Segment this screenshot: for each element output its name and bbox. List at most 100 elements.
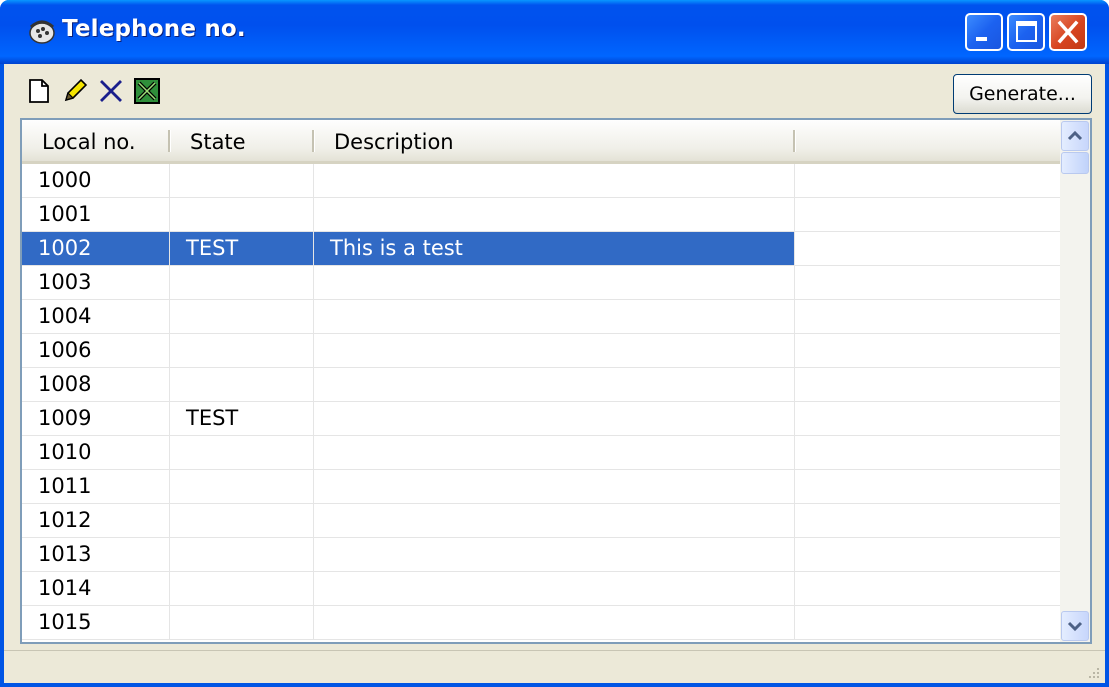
minimize-button[interactable] (965, 13, 1003, 51)
delete-x-icon[interactable] (96, 76, 126, 106)
toolbar: Generate... (4, 64, 1105, 118)
cell-state (170, 334, 314, 367)
cell-local-no: 1009 (22, 402, 170, 435)
scroll-up-button[interactable] (1061, 121, 1089, 151)
list-header: Local no. State Description (22, 120, 1062, 164)
cell-description (314, 572, 795, 605)
table-row[interactable]: 1014 (22, 572, 1062, 606)
scroll-down-button[interactable] (1061, 611, 1089, 641)
cell-local-no: 1004 (22, 300, 170, 333)
cell-state (170, 606, 314, 639)
cell-blank (795, 436, 1062, 469)
cell-description (314, 266, 795, 299)
cell-blank (795, 334, 1062, 367)
table-row[interactable]: 1003 (22, 266, 1062, 300)
new-document-icon[interactable] (24, 76, 54, 106)
cell-blank (795, 402, 1062, 435)
cell-local-no: 1011 (22, 470, 170, 503)
maximize-icon (1016, 21, 1037, 42)
cell-state (170, 436, 314, 469)
vertical-scrollbar[interactable] (1060, 120, 1090, 642)
cell-local-no: 1014 (22, 572, 170, 605)
cell-local-no: 1003 (22, 266, 170, 299)
table-row[interactable]: 1013 (22, 538, 1062, 572)
telephone-list[interactable]: Local no. State Description 1000 1001 10… (20, 118, 1092, 644)
table-row[interactable]: 1008 (22, 368, 1062, 402)
cell-local-no: 1015 (22, 606, 170, 639)
table-row[interactable]: 1012 (22, 504, 1062, 538)
cell-local-no: 1000 (22, 164, 170, 197)
scroll-thumb[interactable] (1061, 152, 1089, 174)
resize-grip-icon[interactable] (1083, 664, 1101, 682)
cell-blank (795, 368, 1062, 401)
cell-description (314, 402, 795, 435)
column-header-local-no[interactable]: Local no. (22, 120, 170, 161)
table-row[interactable]: 1015 (22, 606, 1062, 640)
cell-description: This is a test (314, 232, 795, 265)
cell-blank (795, 164, 1062, 197)
cell-state (170, 470, 314, 503)
status-bar (4, 650, 1105, 684)
title-bar[interactable]: Telephone no. (0, 0, 1109, 64)
cell-blank (795, 572, 1062, 605)
table-row[interactable]: 1006 (22, 334, 1062, 368)
close-button[interactable] (1049, 13, 1087, 51)
close-icon (1057, 20, 1079, 44)
cell-state (170, 504, 314, 537)
chevron-up-icon (1067, 130, 1083, 141)
column-header-state[interactable]: State (170, 120, 314, 161)
column-header-description[interactable]: Description (314, 120, 795, 161)
cell-description (314, 436, 795, 469)
cell-blank (795, 232, 1062, 265)
cell-description (314, 606, 795, 639)
cell-blank (795, 266, 1062, 299)
cell-state (170, 164, 314, 197)
excel-export-icon[interactable] (132, 76, 162, 106)
cell-description (314, 368, 795, 401)
cell-description (314, 334, 795, 367)
table-row[interactable]: 1009 TEST (22, 402, 1062, 436)
cell-local-no: 1002 (22, 232, 170, 265)
table-row[interactable]: 1004 (22, 300, 1062, 334)
cell-description (314, 470, 795, 503)
cell-blank (795, 198, 1062, 231)
table-row-selected[interactable]: 1002 TEST This is a test (22, 232, 1062, 266)
cell-description (314, 164, 795, 197)
cell-local-no: 1013 (22, 538, 170, 571)
cell-state (170, 572, 314, 605)
cell-local-no: 1006 (22, 334, 170, 367)
table-row[interactable]: 1000 (22, 164, 1062, 198)
cell-state (170, 538, 314, 571)
generate-button[interactable]: Generate... (953, 74, 1092, 114)
window-title: Telephone no. (62, 16, 246, 42)
column-header-blank[interactable] (795, 120, 1062, 161)
list-rows: 1000 1001 1002 TEST This is a test 1003 10… (22, 164, 1062, 640)
cell-state (170, 368, 314, 401)
table-row[interactable]: 1001 (22, 198, 1062, 232)
cell-local-no: 1012 (22, 504, 170, 537)
cell-description (314, 198, 795, 231)
cell-state (170, 266, 314, 299)
telephone-window: Telephone no. Generate... Local no. Stat… (0, 0, 1109, 687)
cell-state: TEST (170, 402, 314, 435)
cell-description (314, 538, 795, 571)
cell-blank (795, 606, 1062, 639)
chevron-down-icon (1067, 621, 1083, 632)
cell-blank (795, 470, 1062, 503)
cell-blank (795, 538, 1062, 571)
cell-local-no: 1001 (22, 198, 170, 231)
cell-description (314, 504, 795, 537)
cell-blank (795, 300, 1062, 333)
table-row[interactable]: 1010 (22, 436, 1062, 470)
minimize-icon (976, 37, 987, 41)
maximize-button[interactable] (1007, 13, 1045, 51)
cell-state (170, 300, 314, 333)
pencil-icon[interactable] (60, 76, 90, 106)
cell-local-no: 1008 (22, 368, 170, 401)
cell-state: TEST (170, 232, 314, 265)
phone-icon (29, 20, 55, 44)
cell-state (170, 198, 314, 231)
cell-description (314, 300, 795, 333)
table-row[interactable]: 1011 (22, 470, 1062, 504)
cell-local-no: 1010 (22, 436, 170, 469)
